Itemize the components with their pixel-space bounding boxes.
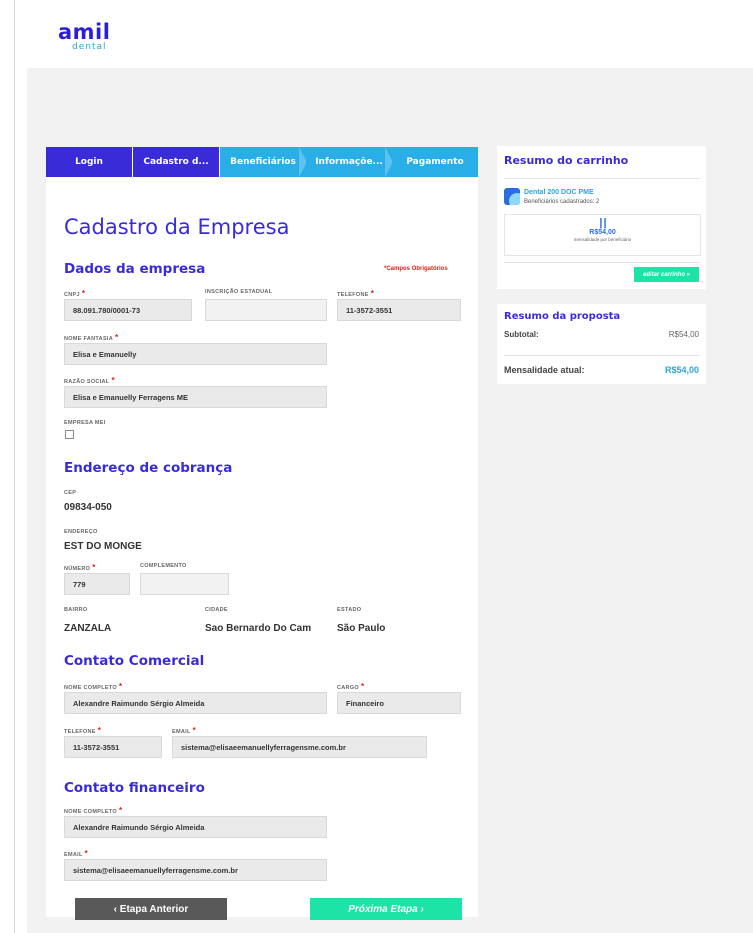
financeiro-email-label: EMAIL * <box>64 849 89 858</box>
financeiro-nome-label: NOME COMPLETO * <box>64 806 123 815</box>
comercial-email-label: EMAIL * <box>172 726 197 735</box>
bairro-label: BAIRRO <box>64 607 88 613</box>
required-note: *Campos Obrigatórios <box>384 266 448 272</box>
cnpj-label: CNPJ * <box>64 289 86 298</box>
divider <box>504 262 700 263</box>
comercial-email-input[interactable]: sistema@elisaeemanuellyferragensme.com.b… <box>172 736 427 758</box>
nome-fantasia-input[interactable]: Elisa e Emanuelly <box>64 343 327 365</box>
price-caption: mensalidade por beneficiário <box>573 237 632 242</box>
left-divider <box>14 0 15 933</box>
amil-dental-logo[interactable]: amil dental <box>58 20 111 53</box>
estado-value: São Paulo <box>337 623 386 634</box>
razao-social-input[interactable]: Elisa e Emanuelly Ferragens ME <box>64 386 327 408</box>
comercial-telefone-input[interactable]: 11-3572-3551 <box>64 736 162 758</box>
cargo-label: CARGO * <box>337 682 365 691</box>
nome-fantasia-label: NOME FANTASIA * <box>64 333 119 342</box>
subtotal-label: Subtotal: <box>504 330 539 339</box>
complemento-label: COMPLEMENTO <box>140 563 187 569</box>
complemento-input[interactable] <box>140 573 229 595</box>
section-endereco: Endereço de cobrança <box>64 460 233 476</box>
price-value: R$54,00 <box>589 229 616 236</box>
cart-summary-title: Resumo do carrinho <box>504 154 629 167</box>
razao-social-label: RAZÃO SOCIAL * <box>64 376 115 385</box>
cep-label: CEP <box>64 490 77 496</box>
divider <box>504 178 700 179</box>
monthly-fee-label: Mensalidade atual: <box>504 365 585 375</box>
dental-product-icon <box>504 188 520 205</box>
step-pagamento[interactable]: Pagamento <box>392 147 478 177</box>
comercial-nome-label: NOME COMPLETO * <box>64 682 123 691</box>
financeiro-email-input[interactable]: sistema@elisaeemanuellyferragensme.com.b… <box>64 859 327 881</box>
next-step-button[interactable]: Próxima Etapa › <box>310 898 462 920</box>
cargo-input[interactable]: Financeiro <box>337 692 461 714</box>
comercial-telefone-label: TELEFONE * <box>64 726 102 735</box>
cart-summary-panel: Resumo do carrinho Dental 200 DOC PME Be… <box>497 146 706 289</box>
ie-label: INSCRIÇÃO ESTADUAL <box>205 289 273 295</box>
endereco-label: ENDEREÇO <box>64 529 98 535</box>
monthly-fee-value: R$54,00 <box>664 365 699 375</box>
progress-steps: Login Cadastro d... Beneficiários Inform… <box>46 147 478 177</box>
empresa-mei-label: EMPRESA MEI <box>64 420 106 426</box>
proposal-summary-panel: Resumo da proposta Subtotal: R$54,00 Men… <box>497 304 706 384</box>
cep-value: 09834-050 <box>64 502 112 513</box>
endereco-value: EST DO MONGE <box>64 541 142 552</box>
page-title: Cadastro da Empresa <box>64 215 290 239</box>
cnpj-input[interactable]: 88.091.780/0001-73 <box>64 299 192 321</box>
previous-step-button[interactable]: ‹ Etapa Anterior <box>75 898 227 920</box>
step-beneficiarios[interactable]: Beneficiários <box>220 147 307 177</box>
section-contato-financeiro: Contato financeiro <box>64 780 205 796</box>
divider <box>504 355 700 356</box>
numero-input[interactable]: 779 <box>64 573 130 595</box>
empresa-mei-checkbox[interactable] <box>65 430 74 439</box>
bairro-value: ZANZALA <box>64 623 112 634</box>
ie-input[interactable] <box>205 299 327 321</box>
form-card: Cadastro da Empresa Dados da empresa *Ca… <box>46 177 478 917</box>
cidade-value: Sao Bernardo Do Cam <box>205 623 312 634</box>
telefone-label: TELEFONE * <box>337 289 375 298</box>
financeiro-nome-input[interactable]: Alexandre Raimundo Sérgio Almeida <box>64 816 327 838</box>
price-bars-icon: | | <box>599 217 606 229</box>
estado-label: ESTADO <box>337 607 362 613</box>
section-dados-empresa: Dados da empresa <box>64 261 206 277</box>
subtotal-value: R$54,00 <box>668 330 699 339</box>
top-bar: amil dental <box>0 0 753 68</box>
numero-label: NÚMERO * <box>64 563 96 572</box>
proposal-summary-title: Resumo da proposta <box>504 311 621 322</box>
price-box: | | R$54,00 mensalidade por beneficiário <box>504 214 701 256</box>
cidade-label: CIDADE <box>205 607 228 613</box>
product-name: Dental 200 DOC PME <box>524 189 594 196</box>
comercial-nome-input[interactable]: Alexandre Raimundo Sérgio Almeida <box>64 692 327 714</box>
logo-text: amil <box>58 20 111 44</box>
section-contato-comercial: Contato Comercial <box>64 653 205 669</box>
step-cadastro[interactable]: Cadastro d... <box>133 147 220 177</box>
logo-subtext: dental <box>72 42 107 52</box>
beneficiaries-count: Beneficiários cadastrados: 2 <box>524 199 600 205</box>
edit-cart-button[interactable]: editar carrinho » <box>634 267 699 282</box>
telefone-input[interactable]: 11-3572-3551 <box>337 299 461 321</box>
step-informacoes[interactable]: Informaçõe... <box>306 147 393 177</box>
step-login[interactable]: Login <box>46 147 133 177</box>
